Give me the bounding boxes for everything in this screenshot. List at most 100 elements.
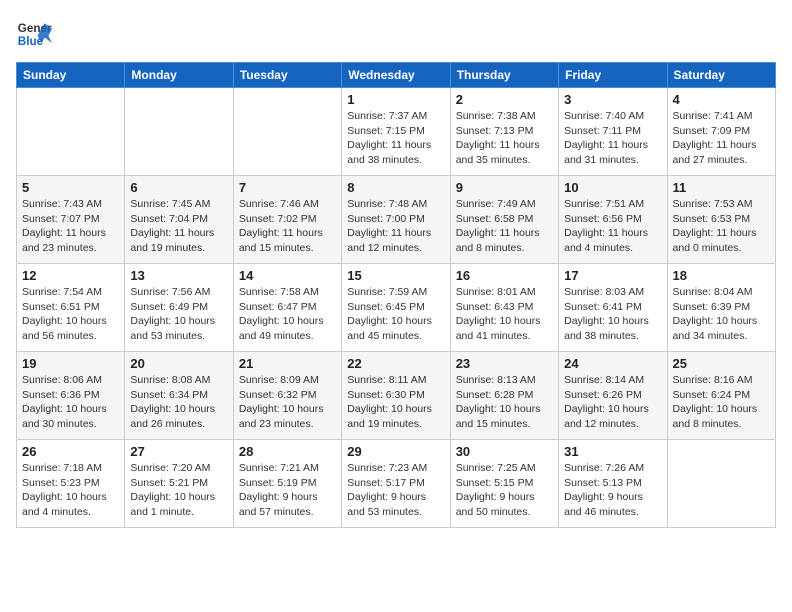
day-info: Sunrise: 7:51 AM Sunset: 6:56 PM Dayligh… — [564, 197, 661, 256]
day-number: 3 — [564, 92, 661, 107]
day-info: Sunrise: 7:40 AM Sunset: 7:11 PM Dayligh… — [564, 109, 661, 168]
day-info: Sunrise: 7:43 AM Sunset: 7:07 PM Dayligh… — [22, 197, 119, 256]
day-info: Sunrise: 7:25 AM Sunset: 5:15 PM Dayligh… — [456, 461, 553, 520]
day-info: Sunrise: 7:46 AM Sunset: 7:02 PM Dayligh… — [239, 197, 336, 256]
day-info: Sunrise: 7:59 AM Sunset: 6:45 PM Dayligh… — [347, 285, 444, 344]
day-info: Sunrise: 8:13 AM Sunset: 6:28 PM Dayligh… — [456, 373, 553, 432]
logo-icon: General Blue — [16, 16, 52, 52]
calendar-cell: 31 Sunrise: 7:26 AM Sunset: 5:13 PM Dayli… — [559, 440, 667, 528]
calendar-cell: 12Sunrise: 7:54 AM Sunset: 6:51 PM Dayli… — [17, 264, 125, 352]
calendar-cell: 17 Sunrise: 8:03 AM Sunset: 6:41 PM Dayli… — [559, 264, 667, 352]
day-number: 1 — [347, 92, 444, 107]
day-number: 11 — [673, 180, 770, 195]
day-info: Sunrise: 7:20 AM Sunset: 5:21 PM Dayligh… — [130, 461, 227, 520]
day-info: Sunrise: 7:41 AM Sunset: 7:09 PM Dayligh… — [673, 109, 770, 168]
day-number: 16 — [456, 268, 553, 283]
day-info: Sunrise: 7:54 AM Sunset: 6:51 PM Dayligh… — [22, 285, 119, 344]
day-info: Sunrise: 7:37 AM Sunset: 7:15 PM Dayligh… — [347, 109, 444, 168]
day-info: Sunrise: 7:45 AM Sunset: 7:04 PM Dayligh… — [130, 197, 227, 256]
day-info: Sunrise: 7:23 AM Sunset: 5:17 PM Dayligh… — [347, 461, 444, 520]
calendar-cell: 6 Sunrise: 7:45 AM Sunset: 7:04 PM Daylig… — [125, 176, 233, 264]
calendar-cell: 27 Sunrise: 7:20 AM Sunset: 5:21 PM Dayli… — [125, 440, 233, 528]
weekday-header-tuesday: Tuesday — [233, 63, 341, 88]
day-info: Sunrise: 8:16 AM Sunset: 6:24 PM Dayligh… — [673, 373, 770, 432]
day-info: Sunrise: 7:53 AM Sunset: 6:53 PM Dayligh… — [673, 197, 770, 256]
calendar-week-row: 12Sunrise: 7:54 AM Sunset: 6:51 PM Dayli… — [17, 264, 776, 352]
calendar-cell — [125, 88, 233, 176]
weekday-header-sunday: Sunday — [17, 63, 125, 88]
day-info: Sunrise: 7:49 AM Sunset: 6:58 PM Dayligh… — [456, 197, 553, 256]
day-info: Sunrise: 8:11 AM Sunset: 6:30 PM Dayligh… — [347, 373, 444, 432]
weekday-header-thursday: Thursday — [450, 63, 558, 88]
calendar-week-row: 26 Sunrise: 7:18 AM Sunset: 5:23 PM Dayli… — [17, 440, 776, 528]
calendar-cell: 8Sunrise: 7:48 AM Sunset: 7:00 PM Daylig… — [342, 176, 450, 264]
calendar-cell: 3 Sunrise: 7:40 AM Sunset: 7:11 PM Daylig… — [559, 88, 667, 176]
logo: General Blue — [16, 16, 52, 52]
day-number: 5 — [22, 180, 119, 195]
calendar-cell — [233, 88, 341, 176]
day-number: 22 — [347, 356, 444, 371]
day-info: Sunrise: 7:58 AM Sunset: 6:47 PM Dayligh… — [239, 285, 336, 344]
calendar-cell: 7 Sunrise: 7:46 AM Sunset: 7:02 PM Daylig… — [233, 176, 341, 264]
day-info: Sunrise: 7:18 AM Sunset: 5:23 PM Dayligh… — [22, 461, 119, 520]
calendar-cell: 21 Sunrise: 8:09 AM Sunset: 6:32 PM Dayli… — [233, 352, 341, 440]
day-info: Sunrise: 7:21 AM Sunset: 5:19 PM Dayligh… — [239, 461, 336, 520]
day-info: Sunrise: 8:09 AM Sunset: 6:32 PM Dayligh… — [239, 373, 336, 432]
calendar-cell: 11 Sunrise: 7:53 AM Sunset: 6:53 PM Dayli… — [667, 176, 775, 264]
day-number: 27 — [130, 444, 227, 459]
weekday-header-saturday: Saturday — [667, 63, 775, 88]
weekday-header-wednesday: Wednesday — [342, 63, 450, 88]
calendar-cell: 20 Sunrise: 8:08 AM Sunset: 6:34 PM Dayli… — [125, 352, 233, 440]
day-number: 10 — [564, 180, 661, 195]
day-info: Sunrise: 8:04 AM Sunset: 6:39 PM Dayligh… — [673, 285, 770, 344]
day-info: Sunrise: 7:48 AM Sunset: 7:00 PM Dayligh… — [347, 197, 444, 256]
calendar-cell: 24 Sunrise: 8:14 AM Sunset: 6:26 PM Dayli… — [559, 352, 667, 440]
page-header: General Blue — [16, 16, 776, 52]
day-info: Sunrise: 8:03 AM Sunset: 6:41 PM Dayligh… — [564, 285, 661, 344]
day-number: 25 — [673, 356, 770, 371]
day-number: 24 — [564, 356, 661, 371]
weekday-header-friday: Friday — [559, 63, 667, 88]
calendar-cell: 2Sunrise: 7:38 AM Sunset: 7:13 PM Daylig… — [450, 88, 558, 176]
calendar-cell: 4 Sunrise: 7:41 AM Sunset: 7:09 PM Daylig… — [667, 88, 775, 176]
day-number: 19 — [22, 356, 119, 371]
calendar-cell: 1 Sunrise: 7:37 AM Sunset: 7:15 PM Daylig… — [342, 88, 450, 176]
calendar-week-row: 19 Sunrise: 8:06 AM Sunset: 6:36 PM Dayli… — [17, 352, 776, 440]
day-info: Sunrise: 7:26 AM Sunset: 5:13 PM Dayligh… — [564, 461, 661, 520]
day-number: 7 — [239, 180, 336, 195]
calendar-week-row: 5 Sunrise: 7:43 AM Sunset: 7:07 PM Daylig… — [17, 176, 776, 264]
day-number: 26 — [22, 444, 119, 459]
day-number: 2 — [456, 92, 553, 107]
calendar-cell: 18 Sunrise: 8:04 AM Sunset: 6:39 PM Dayli… — [667, 264, 775, 352]
day-info: Sunrise: 8:14 AM Sunset: 6:26 PM Dayligh… — [564, 373, 661, 432]
calendar-cell: 5 Sunrise: 7:43 AM Sunset: 7:07 PM Daylig… — [17, 176, 125, 264]
day-number: 29 — [347, 444, 444, 459]
calendar-cell: 9 Sunrise: 7:49 AM Sunset: 6:58 PM Daylig… — [450, 176, 558, 264]
day-number: 18 — [673, 268, 770, 283]
weekday-header-monday: Monday — [125, 63, 233, 88]
day-number: 30 — [456, 444, 553, 459]
day-number: 28 — [239, 444, 336, 459]
day-number: 21 — [239, 356, 336, 371]
day-info: Sunrise: 8:08 AM Sunset: 6:34 PM Dayligh… — [130, 373, 227, 432]
day-number: 20 — [130, 356, 227, 371]
day-info: Sunrise: 8:06 AM Sunset: 6:36 PM Dayligh… — [22, 373, 119, 432]
calendar-cell: 22 Sunrise: 8:11 AM Sunset: 6:30 PM Dayli… — [342, 352, 450, 440]
calendar-cell — [667, 440, 775, 528]
day-number: 9 — [456, 180, 553, 195]
calendar-cell: 13Sunrise: 7:56 AM Sunset: 6:49 PM Dayli… — [125, 264, 233, 352]
calendar-table: SundayMondayTuesdayWednesdayThursdayFrid… — [16, 62, 776, 528]
calendar-week-row: 1 Sunrise: 7:37 AM Sunset: 7:15 PM Daylig… — [17, 88, 776, 176]
calendar-cell: 25 Sunrise: 8:16 AM Sunset: 6:24 PM Dayli… — [667, 352, 775, 440]
calendar-cell — [17, 88, 125, 176]
day-number: 6 — [130, 180, 227, 195]
day-number: 23 — [456, 356, 553, 371]
day-number: 4 — [673, 92, 770, 107]
day-number: 17 — [564, 268, 661, 283]
day-number: 13 — [130, 268, 227, 283]
day-info: Sunrise: 8:01 AM Sunset: 6:43 PM Dayligh… — [456, 285, 553, 344]
day-number: 14 — [239, 268, 336, 283]
calendar-cell: 14 Sunrise: 7:58 AM Sunset: 6:47 PM Dayli… — [233, 264, 341, 352]
day-number: 31 — [564, 444, 661, 459]
calendar-cell: 28 Sunrise: 7:21 AM Sunset: 5:19 PM Dayli… — [233, 440, 341, 528]
